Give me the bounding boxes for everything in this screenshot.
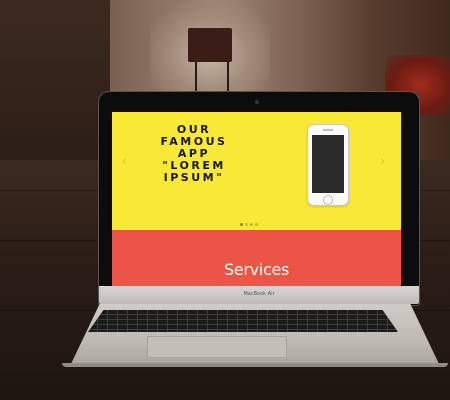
- services-heading: Services: [223, 260, 290, 279]
- keyboard-rows: [88, 310, 398, 332]
- services-section: Services: [112, 230, 401, 286]
- camera-icon: [255, 100, 259, 104]
- slider-dot[interactable]: [240, 223, 243, 226]
- phone-icon: [307, 124, 349, 206]
- phone-screen: [312, 135, 344, 193]
- slide-title: OUR FAMOUS APP "LOREM IPSUM": [160, 123, 228, 184]
- chair-back: [188, 28, 232, 62]
- hero-slider: ‹ OUR FAMOUS APP "LOREM IPSUM" ›: [112, 112, 401, 230]
- trackpad: [147, 336, 287, 358]
- laptop-brand-label: MacBook Air: [243, 291, 275, 297]
- left-wall-panel: [0, 0, 110, 170]
- slider-dot[interactable]: [245, 223, 248, 226]
- phone-speaker: [323, 129, 333, 131]
- slider-dot[interactable]: [255, 223, 258, 226]
- slider-dot[interactable]: [250, 223, 253, 226]
- slider-pagination: [240, 223, 258, 227]
- slider-next-arrow-icon[interactable]: ›: [380, 154, 385, 169]
- chair-legs: [195, 62, 229, 92]
- phone-home-button: [323, 195, 333, 205]
- slider-prev-arrow-icon[interactable]: ‹: [122, 154, 127, 169]
- laptop-screen: ‹ OUR FAMOUS APP "LOREM IPSUM" › Service…: [112, 112, 401, 286]
- laptop-base-edge: [62, 363, 448, 367]
